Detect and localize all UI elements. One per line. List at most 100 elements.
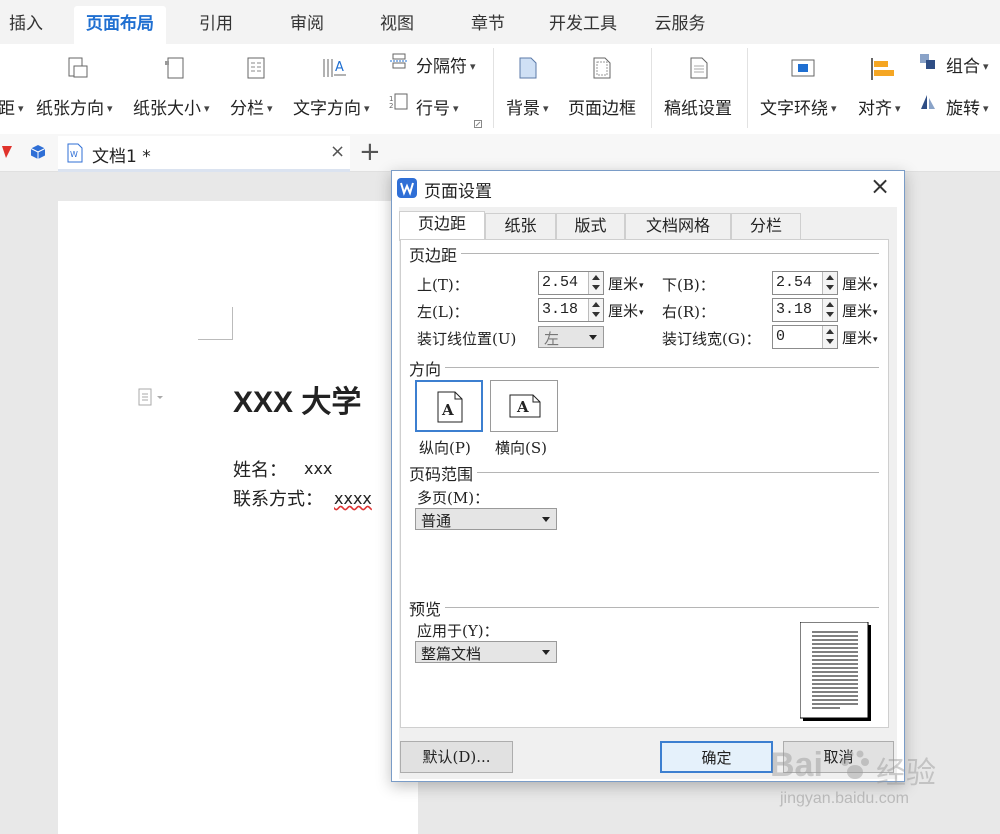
document-tab-title: 文档1 * xyxy=(92,147,151,167)
paper-size-icon xyxy=(165,57,184,79)
top-margin-spinner[interactable]: 2.54 xyxy=(538,271,604,295)
menu-tab-cloud[interactable]: 云服务 xyxy=(644,6,716,44)
name-label: 姓名： xyxy=(233,460,287,481)
text-direction-button[interactable]: 文字方向 xyxy=(293,94,370,119)
margins-tab-panel: 页边距 上(T)： 2.54 厘米 下(B)： 2.54 厘米 左(L)： 3.… xyxy=(400,239,889,728)
ribbon-separator xyxy=(493,48,494,128)
top-margin-unit[interactable]: 厘米 xyxy=(608,273,644,294)
dialog-close-icon[interactable]: × xyxy=(870,172,890,200)
close-tab-icon[interactable]: × xyxy=(330,141,345,162)
document-page[interactable]: XXX 大学 姓名： xxx 联系方式： xxxx xyxy=(58,201,418,834)
align-icon xyxy=(871,58,894,80)
contact-value: xxxx xyxy=(334,489,372,508)
spin-up-icon[interactable] xyxy=(592,275,600,280)
gutter-width-value: 0 xyxy=(776,328,786,345)
tab-paper[interactable]: 纸张 xyxy=(485,213,556,239)
cancel-button[interactable]: 取消 xyxy=(783,741,894,773)
separator-button[interactable]: 分隔符 xyxy=(416,52,476,77)
text-wrap-button[interactable]: 文字环绕 xyxy=(760,94,837,119)
menu-tab-insert[interactable]: 插入 xyxy=(0,6,52,44)
tab-columns[interactable]: 分栏 xyxy=(731,213,801,239)
menu-tab-developer[interactable]: 开发工具 xyxy=(538,6,628,44)
ribbon-separator xyxy=(651,48,652,128)
menu-tab-review[interactable]: 审阅 xyxy=(277,6,337,44)
chevron-down-icon xyxy=(589,335,597,340)
margin-corner-mark xyxy=(198,307,233,340)
bottom-margin-unit[interactable]: 厘米 xyxy=(842,273,878,294)
tab-layout[interactable]: 版式 xyxy=(556,213,625,239)
svg-text:2: 2 xyxy=(389,102,393,110)
menu-tab-chapter[interactable]: 章节 xyxy=(458,6,518,44)
spin-down-icon[interactable] xyxy=(826,312,834,317)
gutter-position-select[interactable]: 左 xyxy=(538,326,604,348)
gutter-position-label: 装订线位置(U) xyxy=(417,330,517,348)
page-border-button[interactable]: 页面边框 xyxy=(568,94,636,119)
gutter-position-value: 左 xyxy=(544,330,560,348)
tab-doc-grid[interactable]: 文档网格 xyxy=(625,213,731,239)
group-button[interactable]: 组合 xyxy=(946,52,989,77)
portrait-page-icon: A xyxy=(437,391,463,423)
menu-tab-view[interactable]: 视图 xyxy=(367,6,427,44)
landscape-label[interactable]: 横向(S) xyxy=(495,437,547,458)
chevron-down-icon xyxy=(542,650,550,655)
bottom-margin-spinner[interactable]: 2.54 xyxy=(772,271,838,295)
multiple-pages-select[interactable]: 普通 xyxy=(415,508,557,530)
spin-up-icon[interactable] xyxy=(826,302,834,307)
menu-tab-references[interactable]: 引用 xyxy=(186,6,246,44)
background-button[interactable]: 背景 xyxy=(506,94,549,119)
portrait-label[interactable]: 纵向(P) xyxy=(419,437,471,458)
multiple-pages-label: 多页(M)： xyxy=(417,489,490,507)
paper-size-button[interactable]: 纸张大小 xyxy=(133,94,210,119)
spin-down-icon[interactable] xyxy=(826,339,834,344)
menu-tab-page-layout[interactable]: 页面布局 xyxy=(74,6,166,44)
page-preview-thumbnail xyxy=(800,622,871,721)
manuscript-settings-button[interactable]: 稿纸设置 xyxy=(664,94,732,119)
left-margin-value: 3.18 xyxy=(542,301,579,318)
svg-text:A: A xyxy=(335,60,344,75)
gutter-width-label: 装订线宽(G)： xyxy=(662,330,761,348)
spin-down-icon[interactable] xyxy=(592,285,600,290)
default-button[interactable]: 默认(D)... xyxy=(400,741,513,773)
dialog-titlebar[interactable]: 页面设置 × xyxy=(392,171,904,205)
document-tab-bar: W 文档1 * × + xyxy=(0,134,1000,172)
columns-icon xyxy=(247,57,265,79)
spin-up-icon[interactable] xyxy=(826,275,834,280)
rotate-icon xyxy=(921,95,935,109)
left-margin-unit[interactable]: 厘米 xyxy=(608,300,644,321)
spin-down-icon[interactable] xyxy=(592,312,600,317)
chevron-down-icon xyxy=(542,517,550,522)
landscape-page-icon: A xyxy=(509,394,541,418)
landscape-icon-letter: A xyxy=(516,398,529,416)
columns-button[interactable]: 分栏 xyxy=(230,94,273,119)
new-tab-icon[interactable]: + xyxy=(359,135,381,169)
gutter-width-spinner[interactable]: 0 xyxy=(772,325,838,349)
right-margin-spinner[interactable]: 3.18 xyxy=(772,298,838,322)
margins-button[interactable]: 距 xyxy=(0,94,24,119)
spin-down-icon[interactable] xyxy=(826,285,834,290)
ok-button[interactable]: 确定 xyxy=(660,741,773,773)
gutter-width-unit[interactable]: 厘米 xyxy=(842,327,878,348)
line-numbers-button[interactable]: 行号 xyxy=(416,94,459,119)
paragraph-layout-icon[interactable] xyxy=(138,387,166,407)
tab-margins[interactable]: 页边距 xyxy=(399,211,485,241)
page-setup-launcher-icon[interactable] xyxy=(474,120,482,128)
portrait-option[interactable]: A xyxy=(415,380,483,432)
cube-icon[interactable] xyxy=(30,144,46,160)
spin-up-icon[interactable] xyxy=(826,329,834,334)
paper-orientation-button[interactable]: 纸张方向 xyxy=(36,94,113,119)
right-margin-unit[interactable]: 厘米 xyxy=(842,300,878,321)
group-divider xyxy=(461,253,879,254)
document-tab[interactable]: W 文档1 * × xyxy=(58,136,350,172)
bottom-margin-label: 下(B)： xyxy=(662,276,715,294)
background-icon xyxy=(519,57,537,79)
rotate-button[interactable]: 旋转 xyxy=(946,94,989,119)
group-divider xyxy=(445,367,879,368)
align-button[interactable]: 对齐 xyxy=(858,94,901,119)
apply-to-select[interactable]: 整篇文档 xyxy=(415,641,557,663)
wps-logo-icon[interactable] xyxy=(0,144,14,160)
landscape-option[interactable]: A xyxy=(490,380,558,432)
portrait-icon-letter: A xyxy=(441,401,454,419)
spin-up-icon[interactable] xyxy=(592,302,600,307)
top-margin-label: 上(T)： xyxy=(417,276,469,294)
left-margin-spinner[interactable]: 3.18 xyxy=(538,298,604,322)
